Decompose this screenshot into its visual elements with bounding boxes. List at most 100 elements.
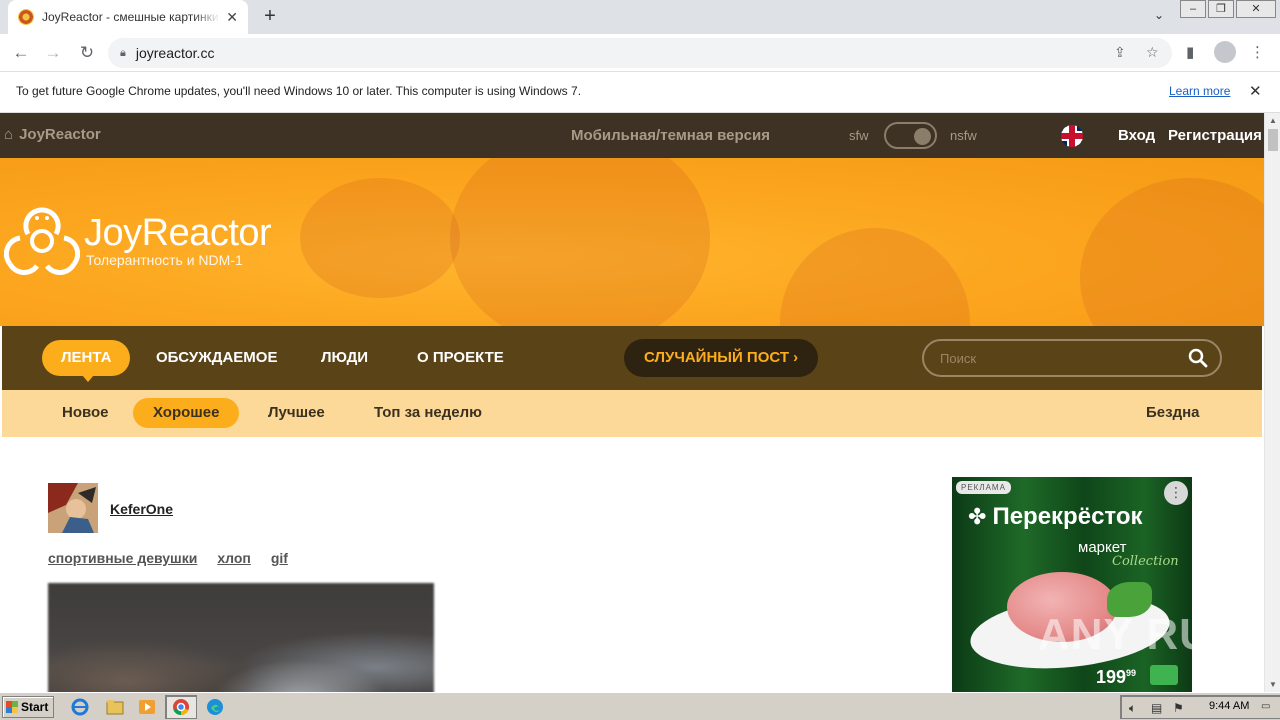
site-home-label: JoyReactor [19,126,101,143]
network-icon[interactable]: ▤ [1151,701,1162,715]
back-arrow-icon[interactable]: ← [10,42,32,64]
ad-brand-text: Перекрёсток [992,503,1143,530]
scrollbar-thumb[interactable] [1268,129,1278,151]
nsfw-label: nsfw [950,128,977,143]
site-topbar: ⌂ JoyReactor Мобильная/темная версия sfw… [0,113,1264,158]
uk-flag-icon[interactable] [1061,125,1083,147]
clock[interactable]: 9:44 AM [1209,700,1249,712]
post-tags: спортивные девушки хлоп gif [48,550,308,566]
ad-price-cents: 99 [1126,668,1137,678]
tab-search-chevron-icon[interactable]: ⌄ [1154,8,1164,22]
search-icon[interactable] [1188,348,1208,368]
subnav-abyss[interactable]: Бездна [1126,398,1220,428]
avatar-image [48,483,98,533]
bookmark-star-icon[interactable]: ☆ [1146,44,1159,61]
logo-slogan: Толерантность и NDM-1 [86,252,243,268]
profile-avatar-icon[interactable] [1214,41,1236,63]
windows-taskbar: Start 🔈︎ ▤ ⚑ 9:44 AM ▭ [0,692,1280,720]
forward-arrow-icon[interactable]: → [42,42,64,64]
tab-close-icon[interactable]: ✕ [226,9,238,26]
login-link[interactable]: Вход [1118,127,1155,144]
close-window-button[interactable]: ✕ [1236,0,1276,18]
clover-icon: ✤ [968,504,987,529]
price-tag-icon [1150,665,1178,685]
lock-icon: 🔒︎ [120,46,126,59]
toggle-knob [914,128,931,145]
browser-toolbar: ← → ↻ 🔒︎ joyreactor.cc ⇪ ☆ ▮ ⋮ [0,34,1280,72]
new-tab-button[interactable]: + [258,4,282,28]
browser-tab[interactable]: JoyReactor - смешные картинки и ✕ [8,0,248,34]
url-text: joyreactor.cc [135,45,215,61]
nav-about[interactable]: О ПРОЕКТЕ [398,340,523,376]
share-icon[interactable]: ⇪ [1114,44,1126,61]
scroll-down-icon[interactable]: ▼ [1269,680,1277,689]
nav-people[interactable]: ЛЮДИ [302,340,387,376]
media-player-icon[interactable] [138,698,156,716]
ad-menu-icon[interactable]: ⋮ [1164,481,1188,505]
page-viewport: ⌂ JoyReactor Мобильная/темная версия sfw… [0,113,1264,692]
random-post-button[interactable]: СЛУЧАЙНЫЙ ПОСТ › [624,339,819,377]
banner-decoration [300,178,460,298]
main-nav: ЛЕНТА ОБСУЖДАЕМОЕ ЛЮДИ О ПРОЕКТЕ СЛУЧАЙН… [2,326,1262,390]
restore-button[interactable]: ❐ [1208,0,1234,18]
action-center-flag-icon[interactable]: ⚑ [1173,701,1184,715]
post-author-link[interactable]: KeferOne [110,501,173,517]
ad-price-main: 199 [1096,667,1127,687]
avatar[interactable] [48,483,98,533]
browser-tabstrip: JoyReactor - смешные картинки и ✕ + ⌄ ‒ … [0,0,1280,34]
subnav-new[interactable]: Новое [42,398,129,428]
scroll-up-icon[interactable]: ▲ [1269,116,1277,125]
joyreactor-favicon-icon [18,9,34,25]
volume-icon[interactable]: 🔈︎ [1129,701,1136,716]
post-gif-image[interactable] [48,583,434,692]
site-banner: JoyReactor Толерантность и NDM-1 [0,158,1264,326]
ad-brand: ✤ Перекрёсток [968,503,1143,531]
post-tag[interactable]: хлоп [217,550,251,566]
search-box [922,339,1222,377]
sfw-label: sfw [849,128,869,143]
window-controls: ‒ ❐ ✕ [1178,0,1276,18]
learn-more-link[interactable]: Learn more [1169,84,1230,98]
chrome-taskbar-button[interactable] [165,695,197,719]
banner-decoration [780,228,970,326]
file-explorer-icon[interactable] [106,698,124,716]
banner-decoration [450,158,710,326]
ad-collection: Collection [1112,554,1179,569]
start-button[interactable]: Start [2,696,54,718]
mobile-version-link[interactable]: Мобильная/темная версия [571,127,770,144]
sfw-toggle[interactable] [884,122,937,149]
nav-feed[interactable]: ЛЕНТА [42,340,131,382]
post-tag[interactable]: gif [271,550,288,566]
address-bar[interactable]: 🔒︎ joyreactor.cc ⇪ ☆ [108,38,1172,68]
start-label: Start [21,700,49,714]
chrome-menu-icon[interactable]: ⋮ [1250,43,1265,61]
reload-icon[interactable]: ↻ [76,42,98,64]
infobar-message: To get future Google Chrome updates, you… [16,84,582,98]
minimize-button[interactable]: ‒ [1180,0,1206,18]
infobar-close-icon[interactable]: ✕ [1249,82,1262,100]
subnav-top-week[interactable]: Топ за неделю [354,398,502,428]
side-panel-icon[interactable]: ▮ [1186,43,1194,61]
nav-discussed[interactable]: ОБСУЖДАЕМОЕ [137,340,296,376]
logo-brand: JoyReactor [84,212,272,254]
post-tag[interactable]: спортивные девушки [48,550,197,566]
subnav-best[interactable]: Лучшее [248,398,345,428]
subnav-good[interactable]: Хорошее [133,398,240,428]
show-desktop-icon[interactable]: ▭ [1261,701,1270,712]
register-link[interactable]: Регистрация [1168,127,1262,144]
internet-explorer-icon[interactable] [71,698,89,716]
search-input[interactable] [940,349,1170,367]
page-scrollbar[interactable]: ▲ ▼ [1264,113,1280,692]
system-tray: 🔈︎ ▤ ⚑ 9:44 AM ▭ [1120,695,1280,719]
banner-decoration [1080,178,1264,326]
site-logo[interactable]: JoyReactor Толерантность и NDM-1 [4,206,272,276]
windows-logo-icon [6,701,18,713]
anyrun-watermark: ANY RUN [1038,610,1245,659]
home-icon: ⌂ [4,126,14,143]
sub-nav: Новое Хорошее Лучшее Топ за неделю Бездн… [2,390,1262,437]
biohazard-smiley-icon [4,207,80,275]
edge-icon[interactable] [206,698,224,716]
ad-price: 19999 [1096,667,1136,688]
ad-label: РЕКЛАМА [956,481,1011,494]
site-home-link[interactable]: ⌂ JoyReactor [4,126,101,143]
